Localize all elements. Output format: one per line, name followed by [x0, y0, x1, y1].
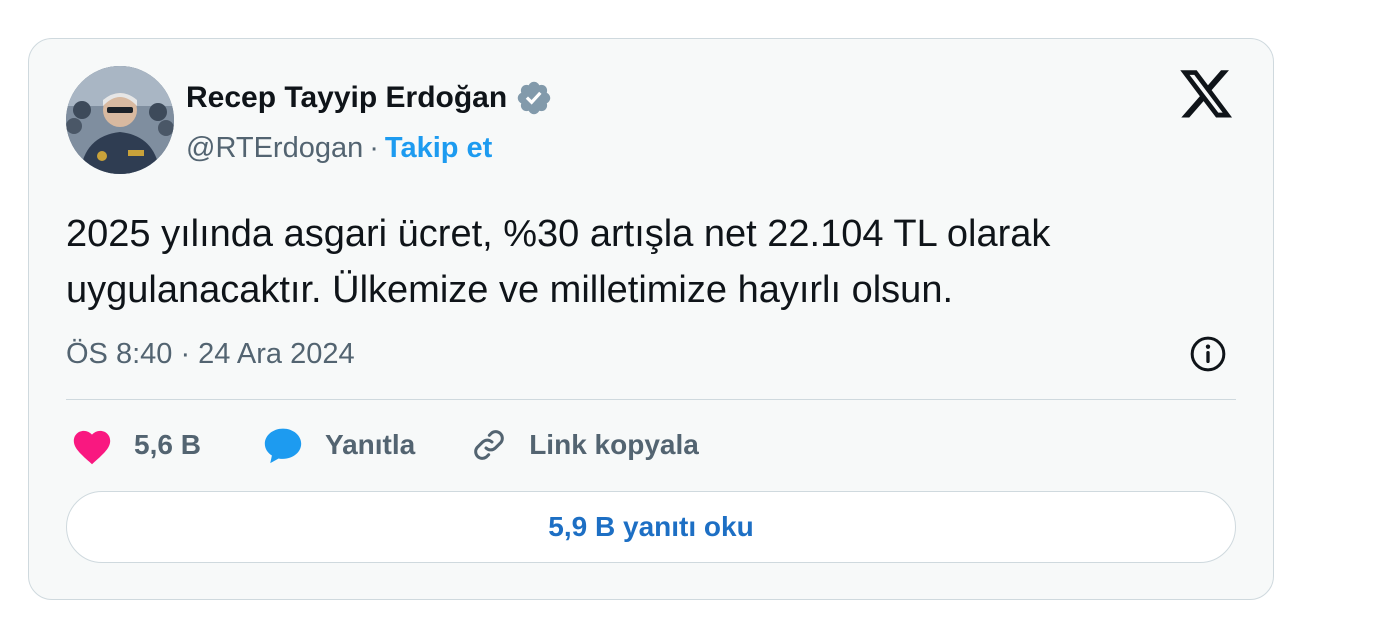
copy-link-button[interactable]: Link kopyala: [469, 425, 699, 465]
read-replies-button[interactable]: 5,9 B yanıtı oku: [66, 491, 1236, 563]
author-name[interactable]: Recep Tayyip Erdoğan: [186, 81, 507, 115]
avatar[interactable]: [66, 66, 174, 174]
speech-bubble-icon: [261, 425, 305, 465]
follow-button[interactable]: Takip et: [385, 132, 492, 165]
tweet-text-line: uygulanacaktır. Ülkemize ve milletimize …: [66, 269, 954, 311]
separator-dot: ·: [369, 131, 379, 164]
like-count: 5,6 B: [134, 429, 201, 460]
like-button[interactable]: 5,6 B: [70, 425, 201, 465]
action-bar: 5,6 B Yanıtla Link kopyala: [70, 420, 699, 470]
reply-label: Yanıtla: [324, 429, 416, 460]
divider: [66, 399, 1236, 400]
author-name-row[interactable]: Recep Tayyip Erdoğan: [186, 78, 553, 118]
author-handle[interactable]: @RTErdogan: [186, 132, 363, 165]
verified-badge-icon: [515, 79, 553, 117]
tweet-timestamp[interactable]: ÖS 8:40 · 24 Ara 2024: [66, 332, 355, 376]
link-icon: [469, 425, 509, 465]
tweet-text-line: 2025 yılında asgari ücret, %30 artışla n…: [66, 213, 1051, 255]
info-icon[interactable]: [1188, 334, 1228, 374]
heart-icon: [70, 425, 114, 465]
reply-button[interactable]: Yanıtla: [261, 425, 415, 465]
tweet-text: 2025 yılında asgari ücret, %30 artışla n…: [66, 206, 1226, 318]
handle-row: @RTErdogan · Takip et: [186, 128, 492, 168]
copy-link-label: Link kopyala: [529, 429, 699, 460]
x-logo-icon[interactable]: [1180, 70, 1234, 120]
